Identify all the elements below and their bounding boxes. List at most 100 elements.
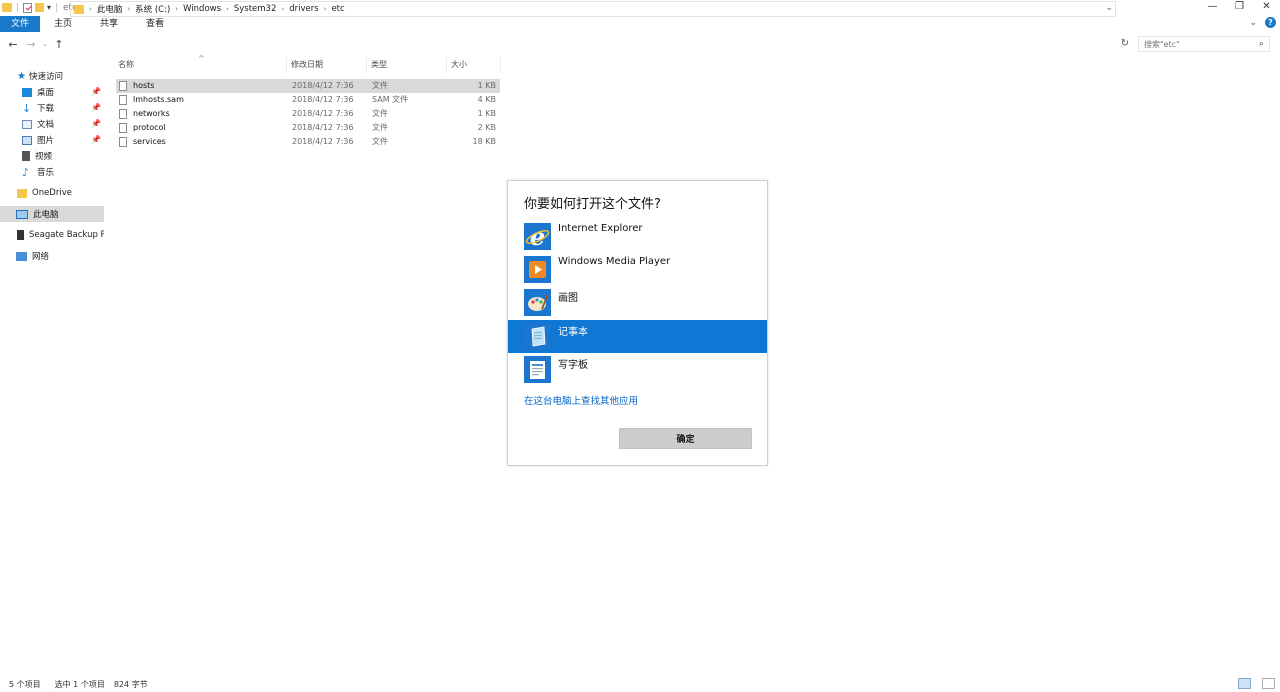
up-arrow-icon[interactable]: ↑ [52,38,66,51]
file-icon [119,109,127,119]
chevron-right-icon[interactable]: › [175,5,178,13]
internet-explorer-icon: e [524,222,551,251]
large-icons-view-icon[interactable] [1262,678,1275,689]
crumb-etc[interactable]: etc [331,4,344,14]
address-bar[interactable]: › 此电脑 › 系统 (C:) › Windows › System32 › d… [70,1,1116,17]
forward-arrow-icon[interactable]: → [24,38,38,51]
view-switcher [1229,678,1275,689]
ok-button[interactable]: 确定 [619,428,752,449]
sidebar-item-documents[interactable]: 文档 📌 [0,116,104,132]
pin-icon[interactable]: 📌 [91,87,101,96]
help-icon[interactable]: ? [1265,17,1276,28]
find-other-apps-link[interactable]: 在这台电脑上查找其他应用 [524,393,638,407]
tab-home[interactable]: 主页 [44,16,82,32]
file-name: protocol [133,123,166,132]
crumb-c-drive[interactable]: 系统 (C:) [135,3,170,15]
file-row[interactable]: protocol 2018/4/12 7:36 文件 2 KB [116,121,500,135]
restore-button[interactable]: ❐ [1226,0,1253,15]
app-option-notepad[interactable]: 记事本 [508,320,767,353]
pin-icon[interactable]: 📌 [91,135,101,144]
column-header-date[interactable]: 修改日期 [287,57,367,73]
open-with-dialog: 你要如何打开这个文件? e Internet Explorer Windows … [507,180,768,466]
app-option-internet-explorer[interactable]: e Internet Explorer [508,220,767,253]
sidebar-item-downloads[interactable]: ↓ 下载 📌 [0,100,104,116]
search-icon[interactable]: ⌕ [1259,39,1264,49]
window-controls: — ❐ ✕ [1199,0,1280,15]
file-name: hosts [133,81,155,90]
properties-icon[interactable] [23,2,32,13]
column-header-size[interactable]: 大小 [447,57,501,73]
file-date: 2018/4/12 7:36 [292,109,354,118]
ribbon-tabs: 文件 主页 共享 查看 ⌄ ? [0,15,1280,32]
tab-view[interactable]: 查看 [136,16,174,32]
file-size: 4 KB [477,95,496,104]
sidebar-item-desktop[interactable]: 桌面 📌 [0,84,104,100]
separator [56,3,58,12]
customize-toolbar-icon[interactable]: ▾ [47,3,51,12]
expand-ribbon-icon[interactable]: ⌄ [1249,18,1257,28]
navigation-bar: ← → ⌄ ↑ [0,35,1280,53]
sidebar-item-quick-access[interactable]: ★ 快速访问 [0,68,104,84]
item-count: 5 个项目 [9,679,41,689]
sidebar-item-seagate[interactable]: Seagate Backup Plu [0,227,104,243]
file-name: networks [133,109,170,118]
refresh-icon[interactable]: ↻ [1118,37,1132,51]
app-option-windows-media-player[interactable]: Windows Media Player [508,253,767,286]
file-row[interactable]: networks 2018/4/12 7:36 文件 1 KB [116,107,500,121]
crumb-this-pc[interactable]: 此电脑 [97,3,123,15]
sort-ascending-icon: ^ [198,54,205,63]
close-button[interactable]: ✕ [1253,0,1280,15]
app-option-wordpad[interactable]: 写字板 [508,353,767,386]
sidebar-item-music[interactable]: ♪ 音乐 [0,164,104,180]
file-icon [119,95,127,105]
file-icon [119,81,127,91]
media-player-icon [524,256,551,283]
folder-icon [17,188,27,198]
address-dropdown-icon[interactable]: ⌄ [1105,3,1113,13]
folder-icon [2,3,12,12]
recent-locations-icon[interactable]: ⌄ [38,40,52,48]
chevron-right-icon[interactable]: › [324,5,327,13]
chevron-right-icon[interactable]: › [226,5,229,13]
pin-icon[interactable]: 📌 [91,103,101,112]
crumb-drivers[interactable]: drivers [289,4,318,14]
sidebar-item-pictures[interactable]: 图片 📌 [0,132,104,148]
tab-share[interactable]: 共享 [90,16,128,32]
crumb-system32[interactable]: System32 [234,4,277,14]
app-label: 画图 [558,293,578,304]
search-input[interactable] [1144,39,1254,49]
download-icon: ↓ [22,101,32,115]
back-arrow-icon[interactable]: ← [6,38,20,51]
file-date: 2018/4/12 7:36 [292,81,354,90]
separator [17,3,18,12]
sidebar-item-onedrive[interactable]: OneDrive [0,185,104,201]
sidebar-item-this-pc[interactable]: 此电脑 [0,206,104,222]
tab-file[interactable]: 文件 [0,15,41,32]
app-option-paint[interactable]: 画图 [508,286,767,319]
document-icon [22,119,32,129]
crumb-windows[interactable]: Windows [183,4,221,14]
sidebar-item-network[interactable]: 网络 [0,248,104,264]
chevron-right-icon[interactable]: › [89,5,92,13]
chevron-right-icon[interactable]: › [127,5,130,13]
svg-text:e: e [530,223,545,250]
file-icon [119,123,127,133]
file-row[interactable]: services 2018/4/12 7:36 文件 18 KB [116,135,500,149]
file-row[interactable]: hosts 2018/4/12 7:36 文件 1 KB [116,79,500,93]
file-size: 2 KB [477,123,496,132]
app-label: Windows Media Player [558,256,671,267]
breadcrumb: › 此电脑 › 系统 (C:) › Windows › System32 › d… [89,3,345,15]
sidebar-item-videos[interactable]: 视频 [0,148,104,164]
file-size: 18 KB [472,137,496,146]
new-folder-icon[interactable] [35,3,44,12]
pin-icon[interactable]: 📌 [91,119,101,128]
details-view-icon[interactable] [1238,678,1251,689]
search-box[interactable]: ⌕ [1138,36,1270,52]
minimize-button[interactable]: — [1199,0,1226,15]
column-header-type[interactable]: 类型 [367,57,447,73]
file-name: services [133,137,166,146]
file-row[interactable]: lmhosts.sam 2018/4/12 7:36 SAM 文件 4 KB [116,93,500,107]
selection-count: 选中 1 个项目 [54,679,105,689]
file-name: lmhosts.sam [133,95,184,104]
chevron-right-icon[interactable]: › [281,5,284,13]
